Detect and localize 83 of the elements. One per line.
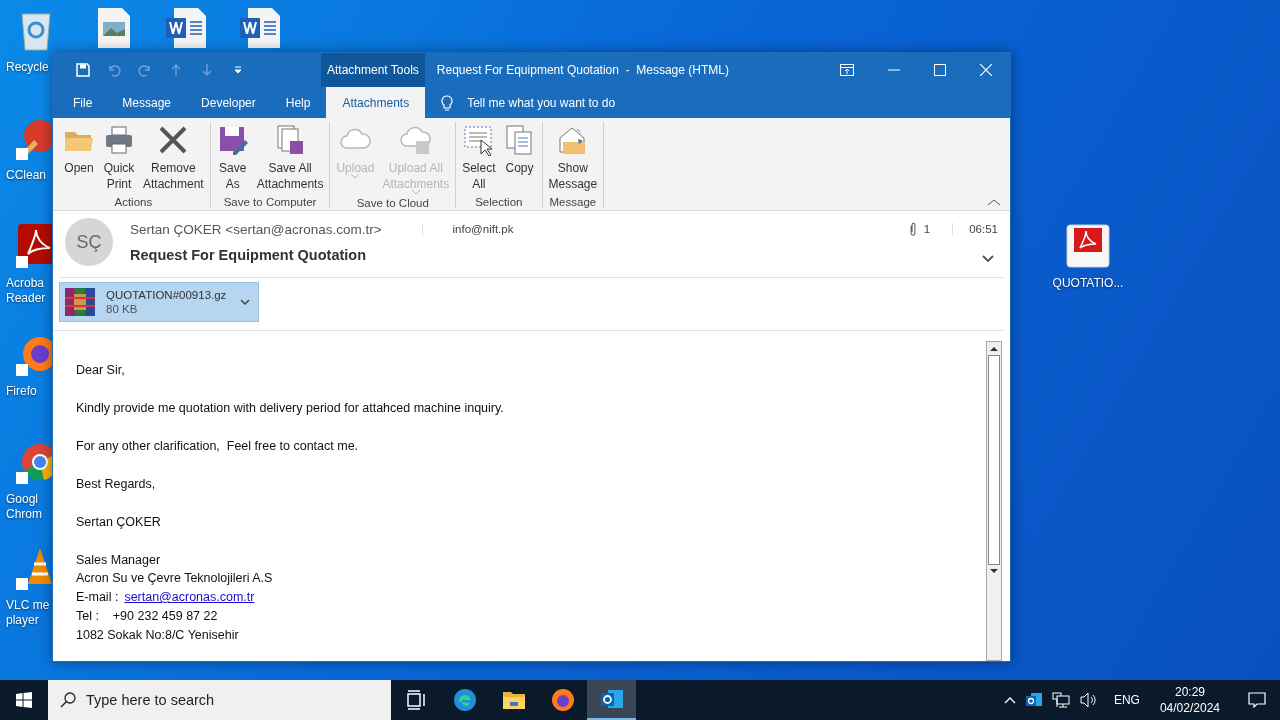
clock-date[interactable]: 04/02/2024 — [1159, 700, 1220, 716]
body-text: Dear Sir, — [76, 362, 126, 379]
body-text: 1082 Sokak No:8/C Yenisehir — [76, 627, 240, 644]
ribbon-button[interactable]: Open — [59, 122, 99, 196]
scroll-down-arrow-icon[interactable] — [990, 569, 998, 574]
ribbon-button[interactable]: Copy — [499, 122, 540, 196]
vlc-app-icon[interactable] — [14, 546, 52, 590]
notifications-icon[interactable] — [1248, 692, 1266, 708]
attachment-count: 1 — [923, 223, 931, 235]
message-subject: Request For Equipment Quotation — [130, 247, 367, 263]
ribbon-group-label: Actions — [114, 196, 153, 208]
ribbon-button[interactable]: Select All — [458, 122, 500, 196]
ribbon-button[interactable]: Save All Attachments — [252, 122, 328, 196]
scroll-up-arrow-icon[interactable] — [990, 346, 998, 351]
context-tab-title: Attachment Tools — [321, 53, 425, 87]
dropdown-chevron-icon[interactable] — [240, 299, 250, 305]
window-title: Request For Equipment Quotation - Message (HTML) — [436, 63, 729, 77]
desktop-icon-label: Firefo — [5, 384, 37, 399]
desktop-icon-label: Acroba Reader — [5, 276, 46, 306]
sender[interactable]: Sertan ÇOKER <sertan@acronas.com.tr> — [130, 221, 382, 237]
outlook-tray-icon[interactable] — [1025, 692, 1042, 708]
collapse-ribbon-icon[interactable] — [988, 199, 1000, 206]
ribbon-button[interactable]: Show Message — [544, 122, 602, 196]
lightbulb-icon[interactable] — [441, 94, 454, 111]
desktop-icon-label: VLC me player — [5, 598, 50, 628]
body-text: Best Regards, — [76, 476, 157, 493]
desktop-icon-label: Googl Chrom — [5, 492, 42, 522]
word-document-icon[interactable] — [240, 8, 280, 48]
avatar: SÇ — [65, 218, 113, 266]
recipient[interactable]: info@nift.pk — [421, 223, 514, 235]
body-text: Kindly provide me quotation with delivery period for attahced machine inquiry. — [76, 400, 505, 417]
image-file-icon[interactable] — [96, 8, 132, 48]
cloud-floppy-icon — [399, 124, 432, 156]
ribbon-button[interactable]: Save As — [212, 122, 253, 196]
ribbon-group-label: Message — [549, 196, 597, 208]
show-hidden-icons-chevron-icon[interactable] — [1003, 696, 1016, 704]
body-text: E-mail : — [76, 589, 119, 606]
printer-icon — [103, 124, 135, 156]
attachment-card[interactable]: QUOTATION#00913.gz 80 KB — [59, 282, 259, 322]
scrollbar-thumb[interactable] — [988, 355, 1000, 565]
word-document-icon[interactable] — [166, 8, 206, 48]
ribbon-group-label: Selection — [475, 196, 523, 208]
expand-chevron-icon[interactable] — [982, 255, 994, 263]
ribbon-group-label: Save to Cloud — [356, 197, 429, 209]
ribbon-display-icon[interactable] — [840, 64, 854, 76]
ribbon-button[interactable]: Quick Print — [99, 122, 139, 196]
save-icon[interactable] — [75, 62, 91, 78]
archive-icon — [64, 286, 96, 318]
pdf-file-icon[interactable] — [1066, 224, 1110, 268]
close-icon[interactable] — [980, 64, 992, 76]
volume-icon[interactable] — [1079, 692, 1098, 708]
windows-start-icon[interactable] — [16, 692, 32, 708]
email-link[interactable]: sertan@acronas.com.tr — [124, 588, 255, 607]
ribbon-tab[interactable]: Message — [108, 87, 186, 118]
selection-cursor-icon — [462, 124, 495, 156]
body-text: For any other clarification, Feel free to contact me. — [76, 438, 360, 455]
ribbon-tab[interactable]: Developer — [187, 87, 270, 118]
taskbar-search-field[interactable]: Type here to search — [48, 680, 391, 720]
maximize-icon[interactable] — [934, 64, 946, 76]
clock-time[interactable]: 20:29 — [1174, 684, 1205, 700]
search-icon — [60, 692, 76, 708]
acrobat-app-icon[interactable] — [14, 224, 52, 268]
ribbon-tab[interactable]: Help — [271, 87, 325, 118]
tell-me-search[interactable]: Tell me what you want to do — [467, 95, 616, 110]
ribbon-tab[interactable]: Attachments — [326, 87, 426, 118]
attachment-name: QUOTATION#00913.gz — [106, 289, 227, 301]
desktop-icon-label: QUOTATIO... — [1052, 276, 1124, 291]
body-text: Acron Su ve Çevre Teknolojileri A.S — [76, 570, 274, 587]
received-time: 06:51 — [952, 223, 998, 235]
network-icon[interactable] — [1051, 692, 1070, 708]
outlook-icon[interactable] — [587, 680, 636, 720]
body-text: Sertan ÇOKER — [76, 514, 162, 531]
desktop-icon-label: CClean — [5, 168, 47, 183]
attachment-size: 80 KB — [106, 303, 139, 315]
ribbon-tab[interactable]: File — [59, 87, 107, 118]
vertical-scrollbar[interactable] — [986, 341, 1002, 661]
body-text: Sales Manager — [76, 552, 162, 569]
ribbon-button[interactable]: Remove Attachment — [139, 122, 208, 196]
body-text: Tel : +90 232 459 87 22 — [76, 608, 219, 625]
input-language[interactable]: ENG — [1113, 693, 1140, 707]
ribbon-group-label: Save to Computer — [223, 196, 317, 208]
paperclip-icon — [908, 221, 917, 237]
desktop-icon-label: Recycle — [5, 60, 49, 75]
